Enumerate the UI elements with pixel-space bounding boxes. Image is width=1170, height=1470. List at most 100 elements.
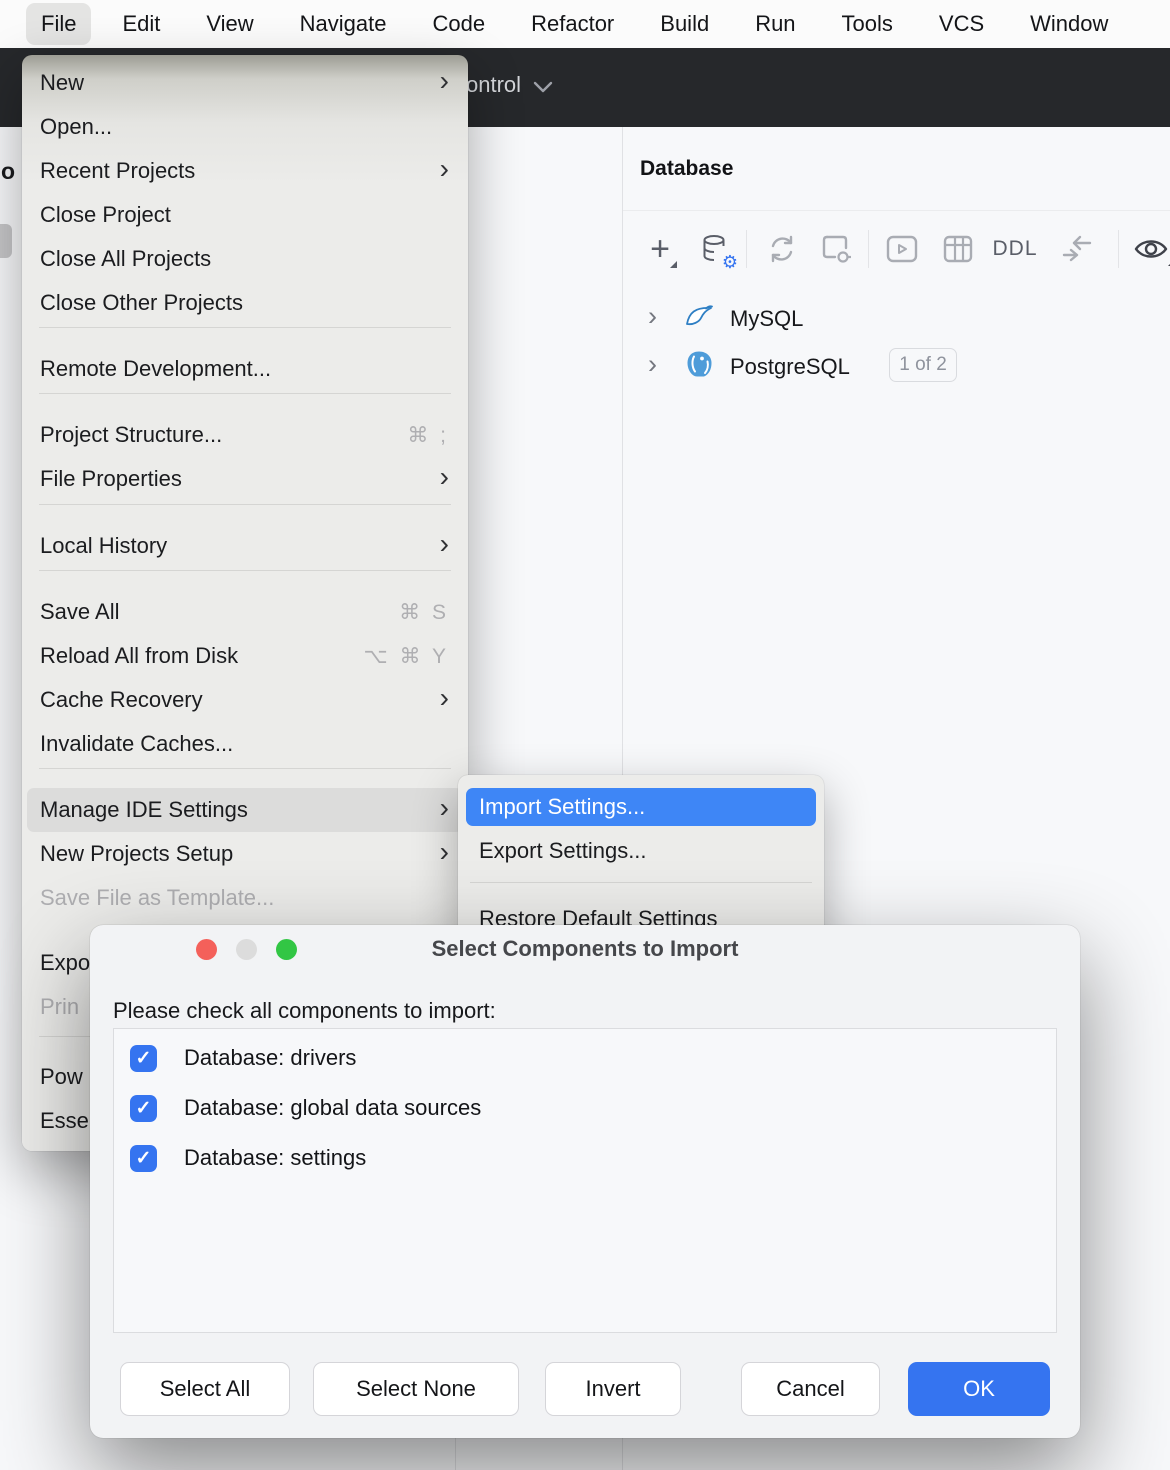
menubar-item-run[interactable]: Run xyxy=(755,11,795,37)
menubar-item-navigate[interactable]: Navigate xyxy=(300,11,387,37)
refresh-icon xyxy=(766,233,798,265)
toolbar-separator xyxy=(1118,230,1119,268)
menu-item-new-projects-setup[interactable]: New Projects Setup › xyxy=(27,832,463,876)
menu-item-close-project[interactable]: Close Project xyxy=(27,193,463,237)
menubar-item-build[interactable]: Build xyxy=(660,11,709,37)
menubar-item-view[interactable]: View xyxy=(206,11,253,37)
select-none-button[interactable]: Select None xyxy=(313,1362,519,1416)
shortcut-label: ⌘ S xyxy=(399,600,449,625)
chevron-down-icon xyxy=(533,81,553,93)
menu-separator xyxy=(39,393,451,394)
checkbox-checked-icon[interactable]: ✓ xyxy=(130,1145,157,1172)
menubar-item-refactor[interactable]: Refactor xyxy=(531,11,614,37)
component-label: Database: drivers xyxy=(184,1045,356,1071)
view-options-button[interactable] xyxy=(1132,231,1170,267)
connection-count-badge: 1 of 2 xyxy=(889,348,957,382)
menu-item-reload-all-from-disk[interactable]: Reload All from Disk ⌥ ⌘ Y xyxy=(27,634,463,678)
import-components-dialog: Select Components to Import Please check… xyxy=(90,925,1080,1438)
tool-window-stripe-fragment xyxy=(0,224,12,258)
invert-button[interactable]: Invert xyxy=(545,1362,681,1416)
menu-bar: File Edit View Navigate Code Refactor Bu… xyxy=(0,0,1170,48)
menu-item-close-other-projects[interactable]: Close Other Projects xyxy=(27,281,463,325)
menu-item-project-structure[interactable]: Project Structure... ⌘ ; xyxy=(27,413,463,457)
ok-button[interactable]: OK xyxy=(908,1362,1050,1416)
shortcut-label: ⌘ ; xyxy=(407,423,449,448)
menu-item-recent-projects[interactable]: Recent Projects › xyxy=(27,149,463,193)
submenu-arrow-icon: › xyxy=(440,838,449,866)
shortcut-label: ⌥ ⌘ Y xyxy=(364,644,450,669)
data-source-properties-button[interactable]: ⚙ xyxy=(697,231,733,267)
table-view-button[interactable] xyxy=(940,231,976,267)
submenu-arrow-icon: › xyxy=(440,684,449,712)
submenu-arrow-icon: › xyxy=(440,530,449,558)
database-header-divider xyxy=(623,210,1170,211)
component-label: Database: settings xyxy=(184,1145,366,1171)
database-panel-title: Database xyxy=(640,157,733,181)
dialog-title: Select Components to Import xyxy=(90,936,1080,962)
add-data-source-button[interactable]: + xyxy=(641,231,679,267)
vcs-widget[interactable]: ontrol xyxy=(466,72,553,98)
menubar-item-window[interactable]: Window xyxy=(1030,11,1108,37)
checkbox-checked-icon[interactable]: ✓ xyxy=(130,1045,157,1072)
ddl-button[interactable]: DDL xyxy=(990,231,1040,267)
tree-expand-chevron-mysql[interactable]: › xyxy=(648,303,657,330)
component-row-drivers[interactable]: ✓ Database: drivers xyxy=(130,1033,356,1083)
cancel-button[interactable]: Cancel xyxy=(741,1362,880,1416)
disconnect-button[interactable] xyxy=(818,231,854,267)
jump-to-ddl-button[interactable] xyxy=(1058,231,1096,267)
mysql-dolphin-icon xyxy=(684,301,714,331)
component-label: Database: global data sources xyxy=(184,1095,481,1121)
component-row-global-data-sources[interactable]: ✓ Database: global data sources xyxy=(130,1083,481,1133)
menu-item-close-all-projects[interactable]: Close All Projects xyxy=(27,237,463,281)
component-row-settings[interactable]: ✓ Database: settings xyxy=(130,1133,366,1183)
menu-item-open[interactable]: Open... xyxy=(27,105,463,149)
menubar-item-file[interactable]: File xyxy=(26,3,91,45)
menubar-item-vcs[interactable]: VCS xyxy=(939,11,984,37)
menubar-item-tools[interactable]: Tools xyxy=(842,11,893,37)
menu-item-new[interactable]: New › xyxy=(27,61,463,105)
menu-separator xyxy=(470,882,812,883)
dialog-prompt: Please check all components to import: xyxy=(113,998,496,1024)
table-icon xyxy=(943,235,973,263)
menu-separator xyxy=(39,327,451,328)
menu-item-cache-recovery[interactable]: Cache Recovery › xyxy=(27,678,463,722)
tree-expand-chevron-postgresql[interactable]: › xyxy=(648,351,657,378)
submenu-arrow-icon: › xyxy=(440,463,449,491)
menubar-item-code[interactable]: Code xyxy=(433,11,486,37)
menu-item-local-history[interactable]: Local History › xyxy=(27,524,463,568)
menu-separator xyxy=(39,570,451,571)
menu-item-manage-ide-settings[interactable]: Manage IDE Settings › xyxy=(27,788,463,832)
menu-item-invalidate-caches[interactable]: Invalidate Caches... xyxy=(27,722,463,766)
components-list: ✓ Database: drivers ✓ Database: global d… xyxy=(113,1028,1057,1333)
toolbar-separator xyxy=(868,230,869,268)
database-gear-icon: ⚙ xyxy=(701,234,729,264)
menu-separator xyxy=(39,504,451,505)
menu-item-save-file-as-template: Save File as Template... xyxy=(27,876,463,920)
jump-arrow-icon xyxy=(1060,234,1094,264)
menu-item-file-properties[interactable]: File Properties › xyxy=(27,457,463,501)
tree-item-mysql[interactable]: MySQL xyxy=(730,306,803,332)
refresh-button[interactable] xyxy=(764,231,800,267)
menu-separator xyxy=(39,768,451,769)
submenu-item-export-settings[interactable]: Export Settings... xyxy=(466,832,816,870)
ddl-label: DDL xyxy=(992,237,1037,261)
play-console-icon xyxy=(886,235,918,263)
select-all-button[interactable]: Select All xyxy=(120,1362,290,1416)
vcs-widget-label: ontrol xyxy=(466,72,521,98)
menubar-item-edit[interactable]: Edit xyxy=(122,11,160,37)
submenu-arrow-icon: › xyxy=(440,67,449,95)
tree-item-postgresql[interactable]: PostgreSQL xyxy=(730,354,850,380)
menu-item-remote-development[interactable]: Remote Development... xyxy=(27,347,463,391)
eye-icon xyxy=(1133,236,1169,262)
checkbox-checked-icon[interactable]: ✓ xyxy=(130,1095,157,1122)
query-console-button[interactable] xyxy=(884,231,920,267)
submenu-item-import-settings[interactable]: Import Settings... xyxy=(466,788,816,826)
submenu-arrow-icon: › xyxy=(440,155,449,183)
toolbar-separator xyxy=(746,230,747,268)
postgresql-elephant-icon xyxy=(684,349,714,379)
plus-icon: + xyxy=(650,232,670,266)
submenu-arrow-icon: › xyxy=(440,794,449,822)
hidden-text-fragment: o xyxy=(1,158,15,185)
menu-item-save-all[interactable]: Save All ⌘ S xyxy=(27,590,463,634)
disconnect-icon xyxy=(819,232,853,266)
